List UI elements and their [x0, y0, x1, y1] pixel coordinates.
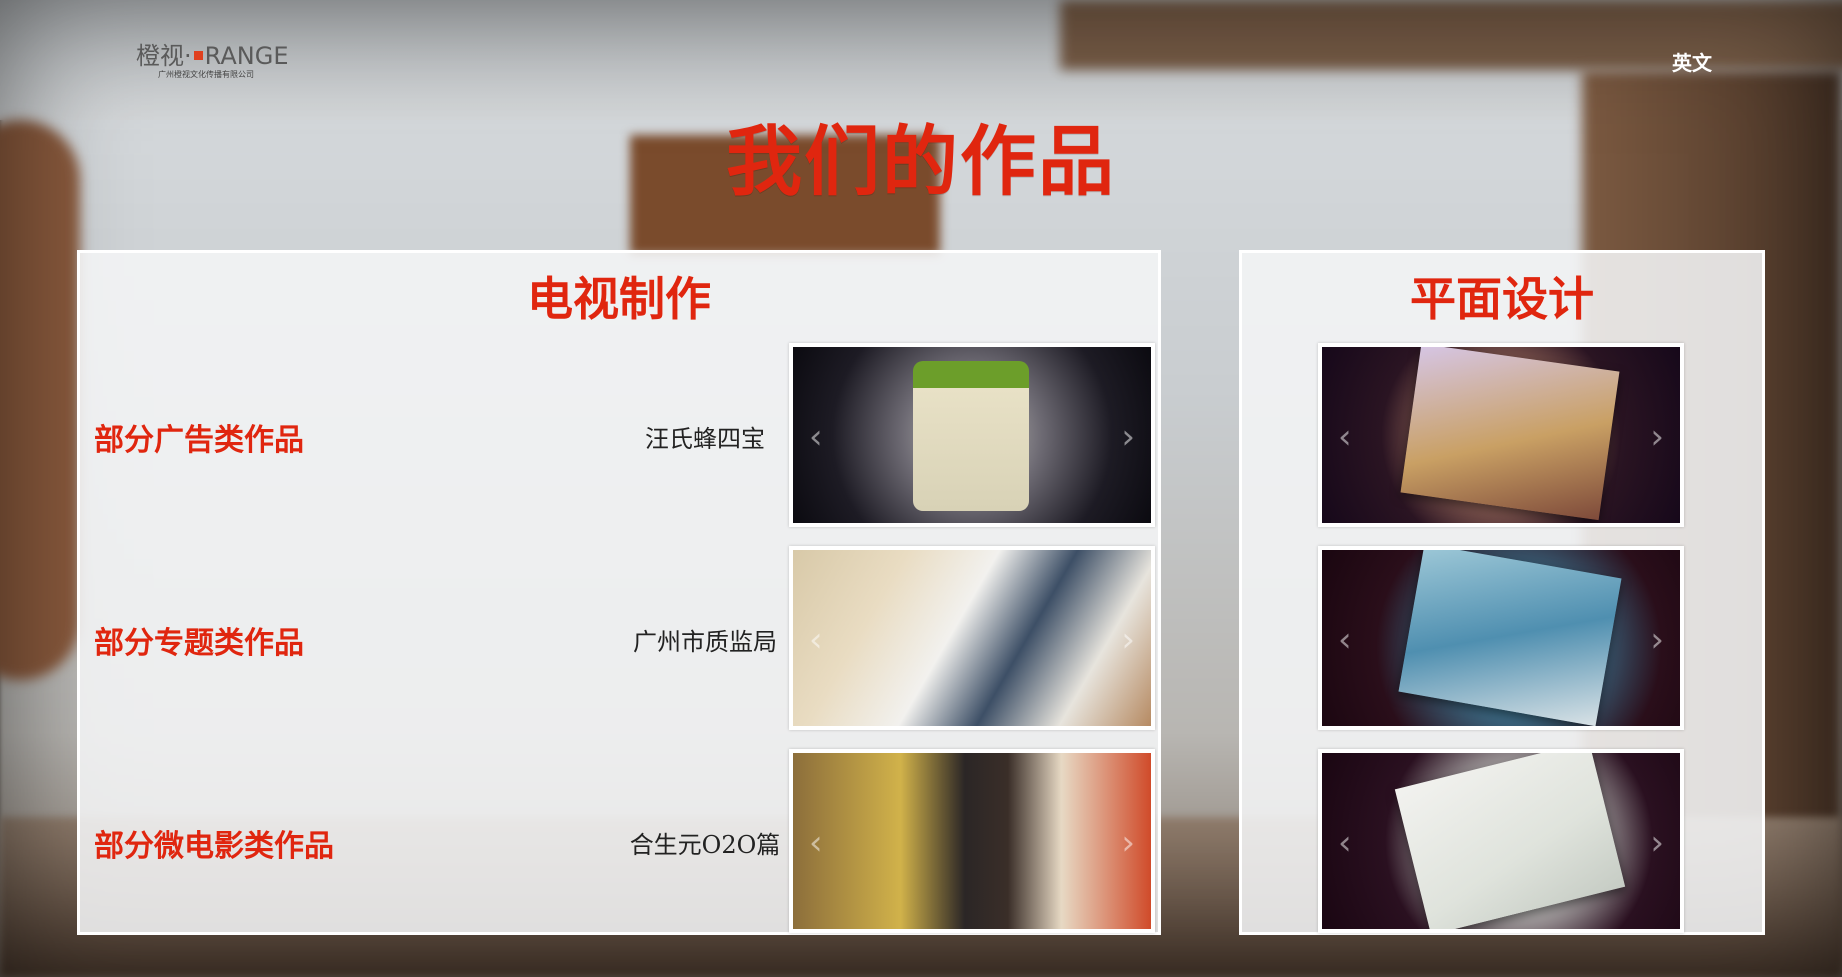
carousel-next-icon[interactable]: › [1650, 823, 1664, 863]
brochure-image [1394, 753, 1626, 929]
category-link-ads[interactable]: 部分广告类作品 [94, 415, 304, 459]
language-switch-link[interactable]: 英文 [1672, 47, 1712, 76]
video-thumbnail-carousel[interactable]: ‹ › [789, 749, 1155, 933]
carousel-prev-icon[interactable]: ‹ [809, 823, 823, 863]
category-link-microfilm[interactable]: 部分微电影类作品 [94, 821, 334, 865]
brochure-image [1398, 550, 1622, 726]
carousel-next-icon[interactable]: › [1121, 620, 1135, 660]
work-row: 部分专题类作品 广州市质监局 ‹ › [80, 546, 1158, 730]
print-thumbnail-carousel[interactable]: ‹ › [1318, 546, 1684, 730]
print-thumbnail-carousel[interactable]: ‹ › [1318, 343, 1684, 527]
carousel-prev-icon[interactable]: ‹ [1338, 823, 1352, 863]
print-panel-title: 平面设计 [1410, 272, 1594, 326]
print-thumbnail-carousel[interactable]: ‹ › [1318, 749, 1684, 933]
carousel-prev-icon[interactable]: ‹ [809, 417, 823, 457]
product-jar-image [913, 361, 1029, 511]
tv-panel-title: 电视制作 [527, 272, 711, 326]
video-thumbnail-carousel[interactable]: ‹ › [789, 546, 1155, 730]
category-link-feature[interactable]: 部分专题类作品 [94, 618, 304, 662]
video-thumbnail-carousel[interactable]: ‹ › [789, 343, 1155, 527]
carousel-prev-icon[interactable]: ‹ [1338, 620, 1352, 660]
company-logo[interactable]: 橙视· RANGE 广州橙视文化传播有限公司 [136, 36, 289, 79]
brochure-image [1400, 347, 1620, 521]
carousel-prev-icon[interactable]: ‹ [1338, 417, 1352, 457]
carousel-next-icon[interactable]: › [1650, 620, 1664, 660]
page-title: 我们的作品 [726, 117, 1116, 206]
carousel-prev-icon[interactable]: ‹ [809, 620, 823, 660]
carousel-next-icon[interactable]: › [1650, 417, 1664, 457]
print-design-panel: 平面设计 ‹ › ‹ › ‹ › [1239, 250, 1765, 935]
work-row: 部分广告类作品 汪氏蜂四宝 ‹ › [80, 343, 1158, 527]
logo-wordmark: 橙视· RANGE [136, 42, 289, 70]
work-row: 部分微电影类作品 合生元O2O篇 ‹ › [80, 749, 1158, 933]
tv-production-panel: 电视制作 部分广告类作品 汪氏蜂四宝 ‹ › 部分专题类作品 广州市质监局 ‹ … [77, 250, 1161, 935]
carousel-next-icon[interactable]: › [1121, 417, 1135, 457]
logo-dot-icon [193, 51, 203, 60]
carousel-next-icon[interactable]: › [1121, 823, 1135, 863]
